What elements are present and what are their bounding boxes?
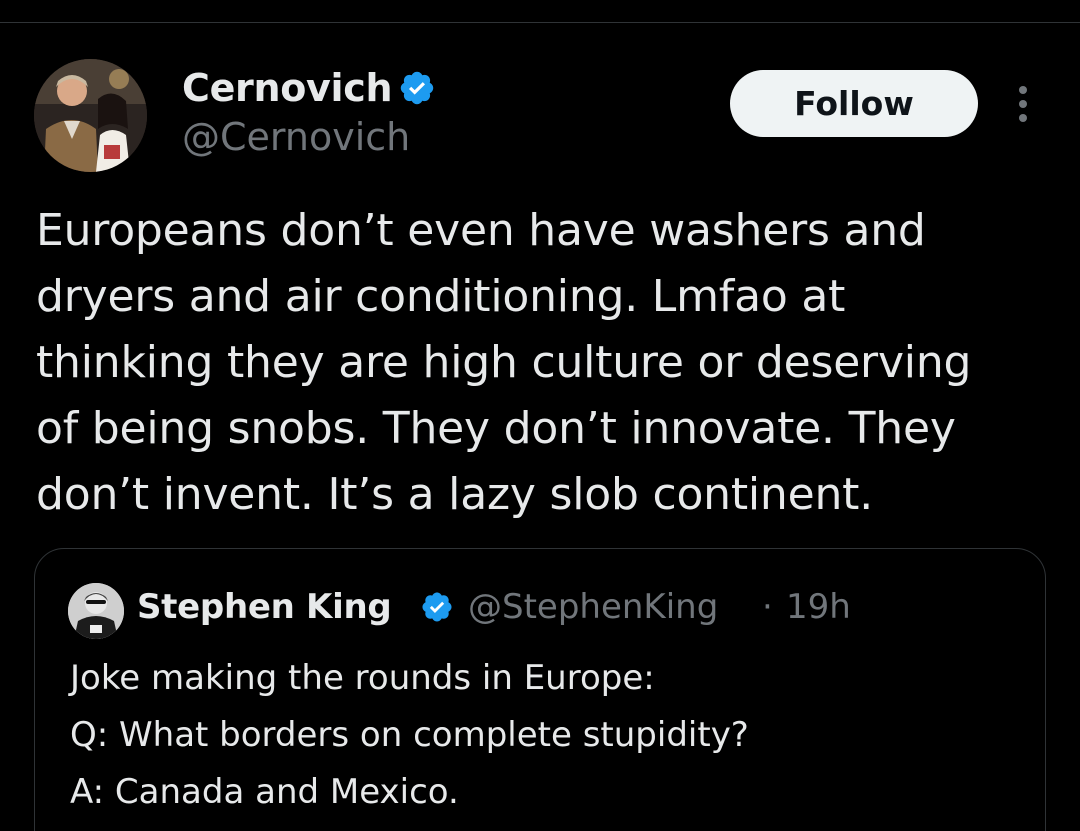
quoted-tweet-text: Joke making the rounds in Europe: Q: Wha… xyxy=(70,650,1030,821)
tweet-text-line: dryers and air conditioning. Lmfao at xyxy=(36,271,846,322)
tweet-text-line: Europeans don’t even have washers and xyxy=(36,205,926,256)
follow-button[interactable]: Follow xyxy=(730,70,978,137)
verified-badge-icon xyxy=(422,592,452,622)
quoted-text-line: Q: What borders on complete stupidity? xyxy=(70,715,749,755)
author-avatar[interactable] xyxy=(34,59,147,172)
tweet-text: Europeans don’t even have washers and dr… xyxy=(36,198,1036,528)
more-dot xyxy=(1019,114,1027,122)
tweet-screenshot: Cernovich @Cernovich Follow Europeans do… xyxy=(0,0,1080,831)
quoted-author-avatar[interactable] xyxy=(68,583,124,639)
tweet-text-line: thinking they are high culture or deserv… xyxy=(36,337,972,388)
quoted-text-line: A: Canada and Mexico. xyxy=(70,772,459,812)
meta-separator: · xyxy=(762,587,773,627)
top-divider xyxy=(0,22,1080,23)
quoted-author-handle[interactable]: @StephenKing xyxy=(468,585,718,629)
tweet-text-line: don’t invent. It’s a lazy slob continent… xyxy=(36,469,874,520)
author-display-name[interactable]: Cernovich xyxy=(182,64,393,112)
quoted-text-line: Joke making the rounds in Europe: xyxy=(70,658,655,698)
quoted-avatar-photo xyxy=(68,583,124,639)
quoted-tweet-timestamp[interactable]: 19h xyxy=(786,585,851,629)
more-dot xyxy=(1019,86,1027,94)
quoted-author-display-name[interactable]: Stephen King xyxy=(137,585,392,629)
more-dot xyxy=(1019,100,1027,108)
author-handle[interactable]: @Cernovich xyxy=(182,114,410,160)
avatar-photo xyxy=(34,59,147,172)
more-vertical-icon[interactable] xyxy=(1006,82,1040,126)
tweet-text-line: of being snobs. They don’t innovate. The… xyxy=(36,403,956,454)
verified-badge-icon xyxy=(400,71,434,105)
